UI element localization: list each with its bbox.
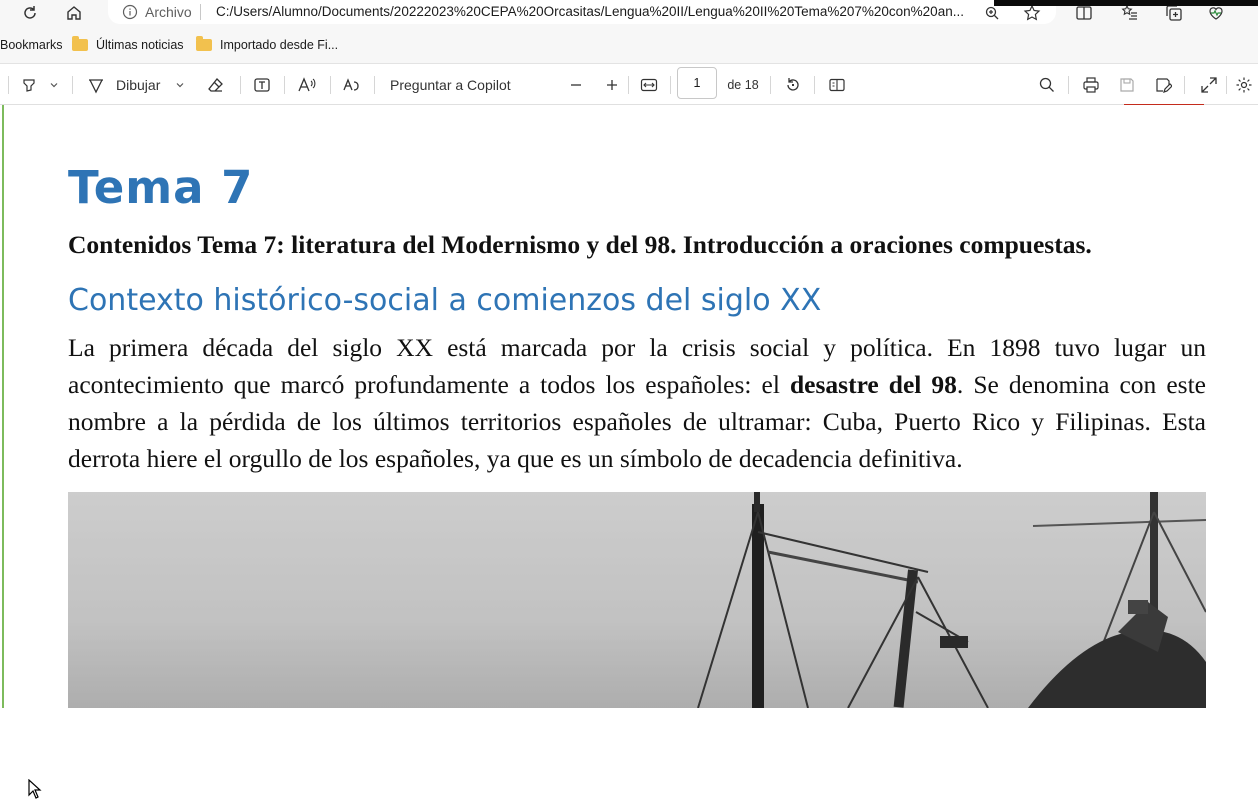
save-icon[interactable] (1116, 74, 1138, 96)
pdf-page: Tema 7 Contenidos Tema 7: literatura del… (0, 105, 1258, 799)
toolbar-separator (1068, 76, 1069, 94)
section-heading: Contexto histórico-social a comienzos de… (68, 283, 822, 318)
page-margin-line (2, 105, 4, 708)
translate-icon[interactable] (340, 74, 364, 96)
toolbar-separator (628, 76, 629, 94)
toolbar-separator (8, 76, 9, 94)
site-info-icon[interactable] (120, 3, 140, 21)
favorites-icon[interactable] (1120, 3, 1140, 23)
mouse-cursor-icon (28, 779, 42, 799)
document-subtitle: Contenidos Tema 7: literatura del Modern… (68, 230, 1092, 259)
folder-icon (196, 36, 212, 51)
rotate-icon[interactable] (782, 74, 804, 96)
zoom-out-icon[interactable] (566, 74, 586, 96)
page-number-input[interactable]: 1 (677, 67, 717, 99)
toolbar-separator (814, 76, 815, 94)
toolbar-separator (1226, 76, 1227, 94)
fit-width-icon[interactable] (638, 74, 660, 96)
body-paragraph: La primera década del siglo XX está marc… (68, 329, 1206, 477)
print-icon[interactable] (1080, 74, 1102, 96)
historical-ship-photo (68, 492, 1206, 708)
page-total-label: de 18 (727, 78, 759, 92)
document-title: Tema 7 (68, 161, 254, 214)
draw-chevron-down-icon[interactable] (172, 74, 188, 96)
toolbar-separator (284, 76, 285, 94)
search-icon[interactable] (1036, 74, 1058, 96)
bookmark-label: Últimas noticias (96, 38, 184, 52)
toolbar-separator (330, 76, 331, 94)
text-box-icon[interactable] (250, 74, 274, 96)
folder-icon (72, 36, 88, 51)
toolbar-separator (374, 76, 375, 94)
toolbar-separator (72, 76, 73, 94)
zoom-in-icon[interactable] (602, 74, 622, 96)
address-separator (200, 4, 201, 20)
save-as-icon[interactable] (1152, 74, 1174, 96)
highlight-icon[interactable] (18, 74, 40, 96)
bookmarks-bar: Bookmarks Últimas noticias Importado des… (0, 26, 1258, 64)
page-view-icon[interactable] (826, 74, 848, 96)
toolbar-separator (670, 76, 671, 94)
address-bar-row: Archivo C:/Users/Alumno/Documents/202220… (0, 0, 1258, 26)
draw-button[interactable]: Dibujar (116, 74, 166, 96)
bookmark-item-ultimas-noticias[interactable]: Últimas noticias (72, 36, 184, 52)
highlight-chevron-down-icon[interactable] (46, 74, 62, 96)
refresh-icon[interactable] (20, 3, 40, 23)
toolbar-separator (1184, 76, 1185, 94)
site-info-label[interactable]: Archivo (145, 4, 192, 20)
paragraph-bold-text: desastre del 98 (789, 370, 957, 399)
fullscreen-icon[interactable] (1198, 74, 1220, 96)
bookmark-label: Bookmarks (0, 38, 63, 52)
collections-icon[interactable] (1164, 3, 1184, 23)
favorite-star-icon[interactable] (1022, 3, 1042, 23)
toolbar-separator (240, 76, 241, 94)
bookmark-item-bookmarks[interactable]: Bookmarks (0, 38, 63, 52)
ship-photo-drawing (68, 492, 1206, 708)
browser-essentials-icon[interactable] (1206, 3, 1226, 23)
url-text[interactable]: C:/Users/Alumno/Documents/20222023%20CEP… (216, 4, 976, 19)
zoom-icon[interactable] (982, 3, 1002, 23)
eraser-icon[interactable] (204, 74, 228, 96)
settings-gear-icon[interactable] (1234, 74, 1254, 96)
overlay-bar (994, 0, 1258, 6)
bookmark-item-importado[interactable]: Importado desde Fi... (196, 36, 339, 52)
home-icon[interactable] (64, 3, 84, 23)
toolbar-separator (770, 76, 771, 94)
split-screen-icon[interactable] (1074, 3, 1094, 23)
pdf-toolbar: Dibujar Preguntar a Copilot 1 de 18 (0, 64, 1258, 106)
bookmark-label: Importado desde Fi... (220, 38, 339, 52)
read-aloud-icon[interactable] (294, 74, 320, 96)
ask-copilot-button[interactable]: Preguntar a Copilot (390, 74, 530, 96)
draw-icon[interactable] (84, 74, 108, 96)
